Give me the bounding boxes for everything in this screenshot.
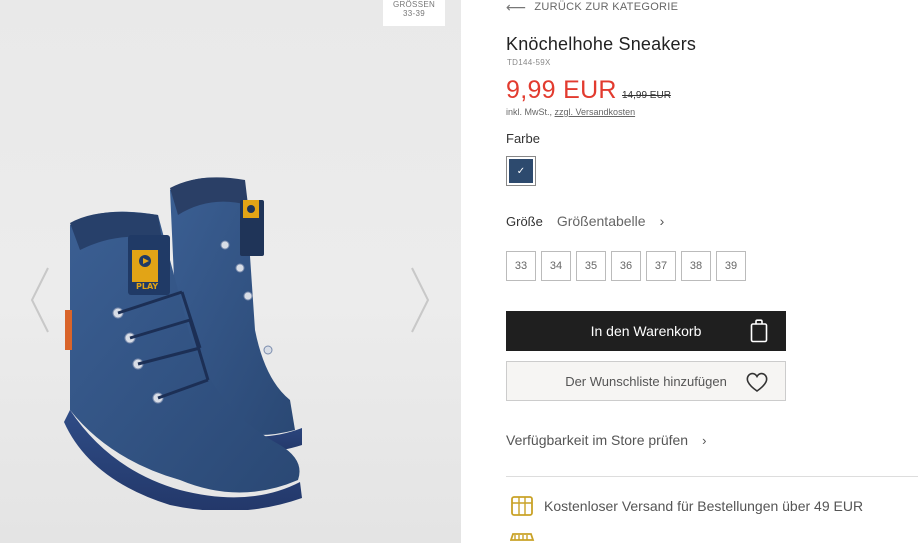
add-to-wishlist-button[interactable]: Der Wunschliste hinzufügen xyxy=(506,361,786,401)
delivery-box-icon xyxy=(511,496,533,516)
chevron-right-icon[interactable]: › xyxy=(660,213,665,229)
store-availability-label: Verfügbarkeit im Store prüfen xyxy=(506,432,689,448)
product-details: ⟵ ZURÜCK ZUR KATEGORIE Knöchelhohe Sneak… xyxy=(506,0,918,543)
size-label: Größe xyxy=(506,213,543,229)
size-row: Größe Größentabelle › xyxy=(506,213,664,229)
color-swatch-navy[interactable]: ✓ xyxy=(506,156,536,186)
divider xyxy=(506,476,918,477)
store-icon xyxy=(510,533,535,541)
gallery-next-arrow-icon[interactable] xyxy=(408,264,432,336)
free-shipping-info: Kostenloser Versand für Bestellungen übe… xyxy=(510,494,863,518)
checkmark-icon: ✓ xyxy=(516,165,526,177)
size-option-37[interactable]: 37 xyxy=(646,251,676,281)
store-pickup-info xyxy=(510,532,544,543)
product-image-sneakers: PLAY xyxy=(64,177,302,510)
current-price: 9,99 EUR xyxy=(506,76,617,104)
size-option-39[interactable]: 39 xyxy=(716,251,746,281)
shoe-tag-text: PLAY xyxy=(136,282,158,291)
size-badge-title: GRÖSSEN xyxy=(392,0,436,9)
free-shipping-text: Kostenloser Versand für Bestellungen übe… xyxy=(544,498,864,514)
tax-prefix: inkl. MwSt., xyxy=(506,107,553,117)
shopping-bag-icon xyxy=(750,319,768,343)
size-option-34[interactable]: 34 xyxy=(541,251,571,281)
store-availability-link[interactable]: Verfügbarkeit im Store prüfen › xyxy=(506,432,706,448)
size-option-33[interactable]: 33 xyxy=(506,251,536,281)
back-link-label: ZURÜCK ZUR KATEGORIE xyxy=(534,1,679,13)
heart-icon xyxy=(746,372,768,392)
tax-note: inkl. MwSt., zzgl. Versandkosten xyxy=(506,107,635,117)
old-price: 14,99 EUR xyxy=(622,90,671,101)
size-options: 33 34 35 36 37 38 39 xyxy=(506,251,746,281)
add-to-cart-label: In den Warenkorb xyxy=(590,323,702,339)
arrow-left-icon: ⟵ xyxy=(506,0,527,15)
wishlist-label: Der Wunschliste hinzufügen xyxy=(565,373,727,389)
chevron-right-icon: › xyxy=(702,432,707,448)
shipping-costs-link[interactable]: zzgl. Versandkosten xyxy=(555,107,636,117)
size-range-badge: GRÖSSEN 33-39 xyxy=(383,0,445,26)
product-gallery: GRÖSSEN 33-39 PLAY xyxy=(0,0,461,543)
back-to-category-link[interactable]: ⟵ ZURÜCK ZUR KATEGORIE xyxy=(506,0,679,15)
product-sku: TD144-59X xyxy=(507,58,551,67)
size-option-36[interactable]: 36 xyxy=(611,251,641,281)
size-option-35[interactable]: 35 xyxy=(576,251,606,281)
size-chart-link[interactable]: Größentabelle xyxy=(557,213,646,229)
color-label: Farbe xyxy=(506,131,540,146)
product-title: Knöchelhohe Sneakers xyxy=(506,34,697,54)
add-to-cart-button[interactable]: In den Warenkorb xyxy=(506,311,786,351)
size-option-38[interactable]: 38 xyxy=(681,251,711,281)
size-badge-range: 33-39 xyxy=(403,9,425,18)
